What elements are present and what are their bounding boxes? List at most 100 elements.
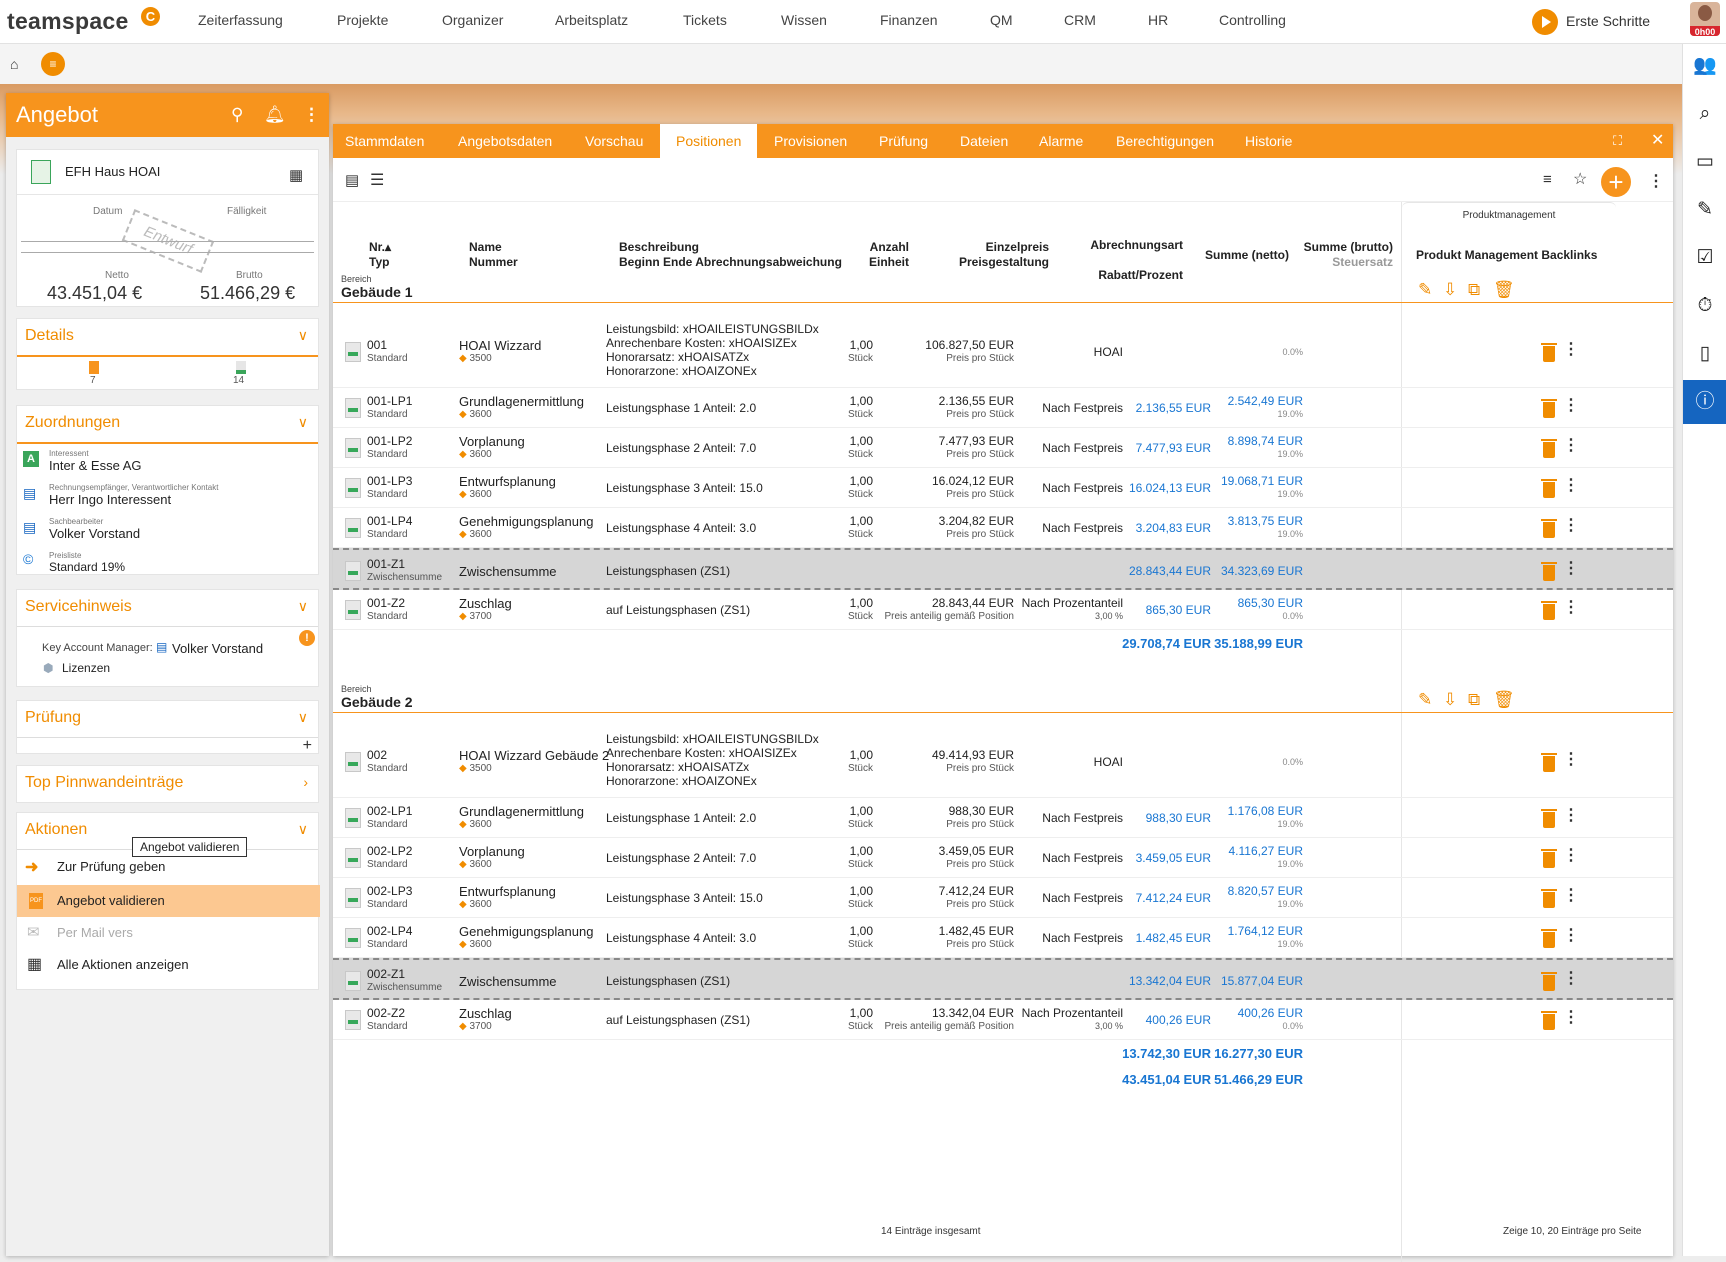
position-summe-brutto[interactable]: 19.068,71 EUR xyxy=(1193,474,1303,488)
more-icon[interactable]: ⋮ xyxy=(1563,600,1579,616)
mobile-icon[interactable]: ▯ xyxy=(1683,332,1726,376)
more-icon[interactable]: ⋮ xyxy=(1563,848,1579,864)
trash-icon[interactable] xyxy=(1541,479,1557,498)
trash-icon[interactable] xyxy=(1541,889,1557,908)
trash-icon[interactable] xyxy=(1541,399,1557,418)
more-icon[interactable]: ⋮ xyxy=(1563,398,1579,414)
position-name[interactable]: Vorplanung xyxy=(459,434,525,449)
position-name[interactable]: Grundlagenermittlung xyxy=(459,394,584,409)
trash-icon[interactable] xyxy=(1541,601,1557,620)
assignment-value[interactable]: Inter & Esse AG xyxy=(49,458,142,473)
position-name[interactable]: Zwischensumme xyxy=(459,974,557,989)
col-header-nr[interactable]: Nr.▴ Typ xyxy=(369,240,391,270)
nav-item[interactable]: CRM xyxy=(1064,12,1096,28)
position-row[interactable]: 002-LP4 Standard Genehmigungsplanung ◆ 3600… xyxy=(333,918,1673,958)
position-row[interactable]: 001-Z1 Zwischensumme Zwischensumme Leistung… xyxy=(333,548,1673,590)
chevron-down-icon[interactable]: ∨ xyxy=(298,414,308,431)
nav-item[interactable]: Organizer xyxy=(442,12,503,28)
copy-add-icon[interactable]: ⧉ xyxy=(1468,280,1480,300)
more-icon[interactable]: ⋮ xyxy=(1563,478,1579,494)
more-icon[interactable]: ⋮ xyxy=(1563,971,1579,987)
position-summe-brutto[interactable]: 2.542,49 EUR xyxy=(1193,394,1303,408)
import-icon[interactable]: ⇩ xyxy=(1443,280,1457,300)
position-name[interactable]: Entwurfsplanung xyxy=(459,884,556,899)
position-row[interactable]: 002-Z2 Standard Zuschlag ◆ 3700 auf Leistung… xyxy=(333,1000,1673,1040)
more-icon[interactable]: ⋮ xyxy=(1648,171,1664,191)
pruefung-card[interactable]: Prüfung ∨ + xyxy=(16,700,319,754)
position-name[interactable]: HOAI Wizzard xyxy=(459,338,541,353)
star-icon[interactable]: ☆ xyxy=(1573,169,1587,189)
position-summe-brutto[interactable]: 865,30 EUR xyxy=(1193,596,1303,610)
trash-icon[interactable] xyxy=(1541,519,1557,538)
stopwatch-icon[interactable]: ⏱ xyxy=(1683,284,1726,328)
people-icon[interactable]: 👥 xyxy=(1683,44,1726,88)
details-card[interactable]: Details ∨ 7 14 xyxy=(16,318,319,390)
more-icon[interactable]: ⋮ xyxy=(1563,518,1579,534)
nav-item[interactable]: Controlling xyxy=(1219,12,1286,28)
lizenzen-link[interactable]: Lizenzen xyxy=(62,661,110,675)
pin-icon[interactable]: ✎ xyxy=(1683,188,1726,232)
more-icon[interactable]: ⋮ xyxy=(1563,928,1579,944)
tab-historie[interactable]: Historie xyxy=(1245,124,1292,158)
chevron-down-icon[interactable]: ∨ xyxy=(298,598,308,615)
position-summe-brutto[interactable]: 1.176,08 EUR xyxy=(1193,804,1303,818)
position-name[interactable]: Entwurfsplanung xyxy=(459,474,556,489)
bell-icon[interactable]: 🔔︎ xyxy=(264,105,286,125)
position-row[interactable]: 002-LP2 Standard Vorplanung ◆ 3600 Leistungs… xyxy=(333,838,1673,878)
more-icon[interactable]: ⋮ xyxy=(303,105,320,125)
nav-item[interactable]: Projekte xyxy=(337,12,388,28)
details-heading[interactable]: Details xyxy=(25,327,74,345)
position-name[interactable]: HOAI Wizzard Gebäude 2 xyxy=(459,748,609,763)
chevron-down-icon[interactable]: ∨ xyxy=(298,709,308,726)
tab-pruefung[interactable]: Prüfung xyxy=(879,124,928,158)
more-icon[interactable]: ⋮ xyxy=(1563,342,1579,358)
nav-item[interactable]: HR xyxy=(1148,12,1168,28)
checklist-icon[interactable]: ☑ xyxy=(1683,236,1726,280)
trash-icon[interactable] xyxy=(1541,929,1557,948)
tab-positionen[interactable]: Positionen xyxy=(660,124,758,158)
position-row[interactable]: 001-LP1 Standard Grundlagenermittlung ◆ 360… xyxy=(333,388,1673,428)
col-header-abrechnungsart[interactable]: Abrechnungsart Rabatt/Prozent xyxy=(1053,230,1183,290)
position-summe-brutto[interactable]: 3.813,75 EUR xyxy=(1193,514,1303,528)
position-summe-brutto[interactable]: 15.877,04 EUR xyxy=(1193,974,1303,988)
servicehinweis-card[interactable]: Servicehinweis ∨ ! Key Account Manager: … xyxy=(16,589,319,687)
add-position-button[interactable]: + xyxy=(1601,167,1631,197)
chevron-down-icon[interactable]: ∨ xyxy=(298,327,308,344)
position-name[interactable]: Zuschlag xyxy=(459,596,512,611)
more-icon[interactable]: ⋮ xyxy=(1563,888,1579,904)
nav-item[interactable]: Wissen xyxy=(781,12,827,28)
filter-icon[interactable]: ≡ xyxy=(1543,171,1552,188)
chevron-down-icon[interactable]: ∨ xyxy=(298,821,308,838)
trash-icon[interactable]: 🗑︎ xyxy=(1493,690,1515,710)
pruefung-heading[interactable]: Prüfung xyxy=(25,709,81,727)
home-icon[interactable]: ⌂ xyxy=(10,56,18,72)
more-icon[interactable]: ⋮ xyxy=(1563,808,1579,824)
edit-icon[interactable]: ✎ xyxy=(1418,690,1432,710)
position-name[interactable]: Vorplanung xyxy=(459,844,525,859)
pinnwand-heading[interactable]: Top Pinnwandeinträge xyxy=(25,774,183,792)
tab-vorschau[interactable]: Vorschau xyxy=(585,124,643,158)
pin-icon[interactable]: ⚲ xyxy=(231,105,243,125)
position-name[interactable]: Zwischensumme xyxy=(459,564,557,579)
action-item[interactable]: ➜ Zur Prüfung geben xyxy=(25,853,311,881)
col-header-name[interactable]: Name Nummer xyxy=(469,240,518,270)
aktionen-heading[interactable]: Aktionen xyxy=(25,821,87,839)
position-name[interactable]: Genehmigungsplanung xyxy=(459,924,593,939)
position-row[interactable]: 002-LP3 Standard Entwurfsplanung ◆ 3600 Leis… xyxy=(333,878,1673,918)
tab-alarme[interactable]: Alarme xyxy=(1039,124,1083,158)
trash-icon[interactable] xyxy=(1541,562,1557,581)
nav-item[interactable]: QM xyxy=(990,12,1013,28)
nav-item[interactable]: Arbeitsplatz xyxy=(555,12,628,28)
menu-icon[interactable]: ≡ xyxy=(41,52,65,76)
edit-icon[interactable]: ✎ xyxy=(1418,280,1432,300)
tab-berechtigungen[interactable]: Berechtigungen xyxy=(1116,124,1214,158)
trash-icon[interactable] xyxy=(1541,809,1557,828)
position-row[interactable]: 001-LP2 Standard Vorplanung ◆ 3600 Leistungs… xyxy=(333,428,1673,468)
position-name[interactable]: Zuschlag xyxy=(459,1006,512,1021)
position-row[interactable]: 001 Standard HOAI Wizzard ◆ 3500 Leistungsbi… xyxy=(333,316,1673,388)
trash-icon[interactable] xyxy=(1541,439,1557,458)
assignment-value[interactable]: Herr Ingo Interessent xyxy=(49,492,171,507)
action-item-disabled[interactable]: ✉ Per Mail vers xyxy=(25,919,311,947)
pinnwand-card[interactable]: Top Pinnwandeinträge › xyxy=(16,765,319,803)
trash-icon[interactable] xyxy=(1541,343,1557,362)
